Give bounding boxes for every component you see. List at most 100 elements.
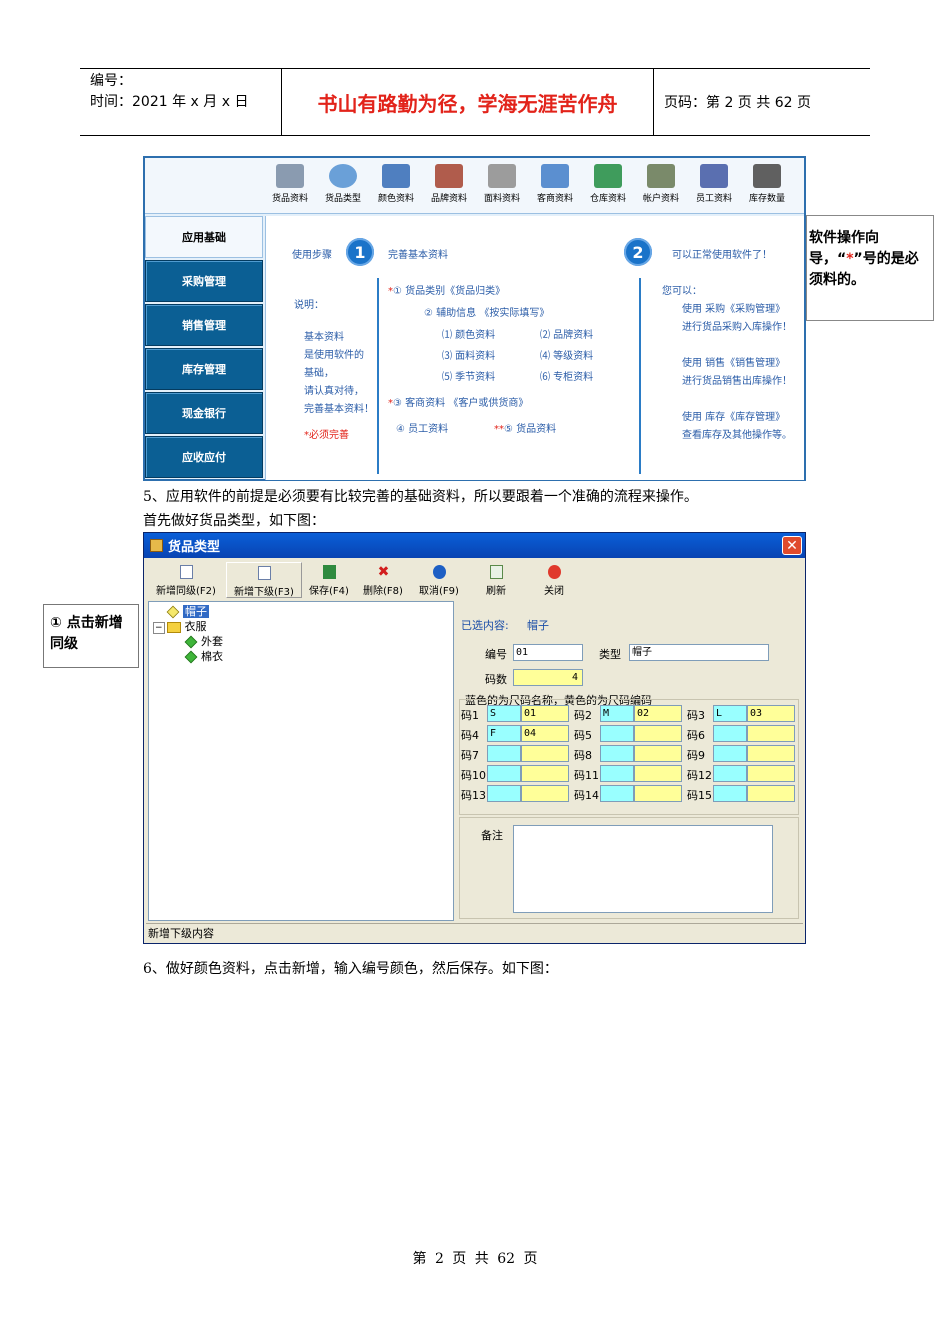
cancel-button[interactable]: 取消(F9) bbox=[412, 562, 466, 598]
save-button[interactable]: 保存(F4) bbox=[304, 562, 354, 598]
sub-item-2: ⑵ 品牌资料 bbox=[540, 330, 594, 341]
people-icon bbox=[541, 164, 569, 188]
tree-node-padded-coat[interactable]: 棉衣 bbox=[184, 648, 223, 664]
nav-sales[interactable]: 销售管理 bbox=[145, 304, 263, 346]
tag-icon bbox=[166, 605, 180, 619]
size-label: 码6 bbox=[687, 729, 705, 742]
size-label: 码10 bbox=[461, 769, 486, 782]
count-input[interactable]: 4 bbox=[513, 669, 583, 686]
refresh-icon bbox=[490, 565, 503, 579]
size-code-input[interactable] bbox=[634, 765, 682, 782]
toolbar-account-info[interactable]: 帐户资料 bbox=[634, 164, 688, 204]
size-code-input[interactable]: 01 bbox=[521, 705, 569, 722]
size-name-input[interactable]: M bbox=[600, 705, 634, 722]
page-header: 编号： 时间：2021 年 x 月 x 日 书山有路勤为径，学海无涯苦作舟 页码… bbox=[80, 68, 870, 136]
brand-icon bbox=[435, 164, 463, 188]
goods-type-window: 货品类型 ✕ 新增同级(F2) 新增下级(F3) 保存(F4) ✖ 删除(F8) … bbox=[143, 532, 806, 944]
save-icon bbox=[323, 565, 336, 579]
right-line-4: 进行货品销售出库操作！ bbox=[682, 376, 792, 387]
add-sibling-button[interactable]: 新增同级(F2) bbox=[148, 562, 224, 598]
close-button[interactable]: 关闭 bbox=[534, 562, 574, 598]
tree-node-clothes[interactable]: − 衣服 bbox=[153, 618, 207, 634]
delete-button[interactable]: ✖ 删除(F8) bbox=[356, 562, 410, 598]
close-icon[interactable]: ✕ bbox=[782, 536, 802, 555]
selected-label: 已选内容: bbox=[461, 619, 509, 632]
size-name-input[interactable] bbox=[713, 745, 747, 762]
tag-icon bbox=[184, 650, 198, 664]
step1-text: 完善基本资料 bbox=[388, 250, 448, 261]
toolbar-goods-info[interactable]: 货品资料 bbox=[263, 164, 317, 204]
nav-purchase[interactable]: 采购管理 bbox=[145, 260, 263, 302]
size-name-input[interactable] bbox=[487, 785, 521, 802]
size-code-input[interactable] bbox=[634, 785, 682, 802]
item-1: *① 货品类别《货品归类》 bbox=[388, 286, 506, 297]
tree-node-hat[interactable]: 帽子 bbox=[166, 603, 209, 619]
size-name-input[interactable] bbox=[487, 765, 521, 782]
steps-label: 使用步骤 bbox=[292, 250, 332, 261]
size-code-input[interactable] bbox=[634, 725, 682, 742]
collapse-icon[interactable]: − bbox=[153, 622, 165, 634]
nav-cash-bank[interactable]: 现金银行 bbox=[145, 392, 263, 434]
size-code-input[interactable] bbox=[634, 745, 682, 762]
toolbar-stock-qty[interactable]: 库存数量 bbox=[740, 164, 794, 204]
size-name-input[interactable] bbox=[600, 785, 634, 802]
nav-inventory[interactable]: 库存管理 bbox=[145, 348, 263, 390]
explain-line-5: 完善基本资料！ bbox=[304, 404, 374, 415]
size-code-input[interactable] bbox=[747, 785, 795, 802]
size-name-input[interactable] bbox=[600, 725, 634, 742]
sub-item-4: ⑷ 等级资料 bbox=[540, 351, 594, 362]
nav-receivable[interactable]: 应收应付 bbox=[145, 436, 263, 478]
size-code-input[interactable] bbox=[521, 765, 569, 782]
explain-label: 说明： bbox=[294, 300, 324, 311]
size-name-input[interactable] bbox=[600, 745, 634, 762]
staff-icon bbox=[700, 164, 728, 188]
size-label: 码2 bbox=[574, 709, 592, 722]
size-code-input[interactable]: 02 bbox=[634, 705, 682, 722]
size-name-input[interactable]: L bbox=[713, 705, 747, 722]
size-code-input[interactable] bbox=[521, 745, 569, 762]
page-footer: 第 2 页 共 62 页 bbox=[412, 1251, 538, 1267]
code-input[interactable]: 01 bbox=[513, 644, 583, 661]
size-name-input[interactable] bbox=[713, 725, 747, 742]
size-name-input[interactable] bbox=[713, 785, 747, 802]
stock-icon bbox=[753, 164, 781, 188]
type-label: 类型 bbox=[599, 648, 621, 661]
size-code-input[interactable]: 03 bbox=[747, 705, 795, 722]
add-child-button[interactable]: 新增下级(F3) bbox=[226, 562, 302, 598]
tree-node-coat[interactable]: 外套 bbox=[184, 633, 223, 649]
window-box-icon bbox=[150, 539, 163, 552]
selected-value: 帽子 bbox=[527, 619, 549, 632]
category-tree: 帽子 − 衣服 外套 棉衣 bbox=[148, 601, 454, 921]
size-code-input[interactable] bbox=[521, 785, 569, 802]
nav-basic[interactable]: 应用基础 bbox=[145, 216, 263, 258]
right-line-1: 使用 采购《采购管理》 bbox=[682, 304, 786, 315]
window-toolbar: 新增同级(F2) 新增下级(F3) 保存(F4) ✖ 删除(F8) 取消(F9) … bbox=[146, 560, 803, 600]
size-name-input[interactable]: F bbox=[487, 725, 521, 742]
size-code-input[interactable]: 04 bbox=[521, 725, 569, 742]
size-code-input[interactable] bbox=[747, 725, 795, 742]
size-code-input[interactable] bbox=[747, 765, 795, 782]
toolbar-warehouse-info[interactable]: 仓库资料 bbox=[581, 164, 635, 204]
type-input[interactable]: 帽子 bbox=[629, 644, 769, 661]
item-4: ④ 员工资料 bbox=[396, 424, 449, 435]
toolbar-color-info[interactable]: 颜色资料 bbox=[369, 164, 423, 204]
explain-line-3: 基础， bbox=[304, 368, 334, 379]
toolbar-staff-info[interactable]: 员工资料 bbox=[687, 164, 741, 204]
size-name-input[interactable]: S bbox=[487, 705, 521, 722]
window-titlebar: 货品类型 bbox=[144, 533, 805, 558]
refresh-button[interactable]: 刷新 bbox=[476, 562, 516, 598]
size-name-input[interactable] bbox=[487, 745, 521, 762]
new-doc-icon bbox=[180, 565, 193, 579]
size-name-input[interactable] bbox=[600, 765, 634, 782]
toolbar-fabric-info[interactable]: 面料资料 bbox=[475, 164, 529, 204]
size-label: 码15 bbox=[687, 789, 712, 802]
globe-icon bbox=[329, 164, 357, 188]
size-code-input[interactable] bbox=[747, 745, 795, 762]
size-name-input[interactable] bbox=[713, 765, 747, 782]
size-label: 码7 bbox=[461, 749, 479, 762]
toolbar-merchant-info[interactable]: 客商资料 bbox=[528, 164, 582, 204]
sub-item-5: ⑸ 季节资料 bbox=[442, 372, 496, 383]
toolbar-brand-info[interactable]: 品牌资料 bbox=[422, 164, 476, 204]
explain-line-1: 基本资料 bbox=[304, 332, 344, 343]
toolbar-goods-type[interactable]: 货品类型 bbox=[316, 164, 370, 204]
